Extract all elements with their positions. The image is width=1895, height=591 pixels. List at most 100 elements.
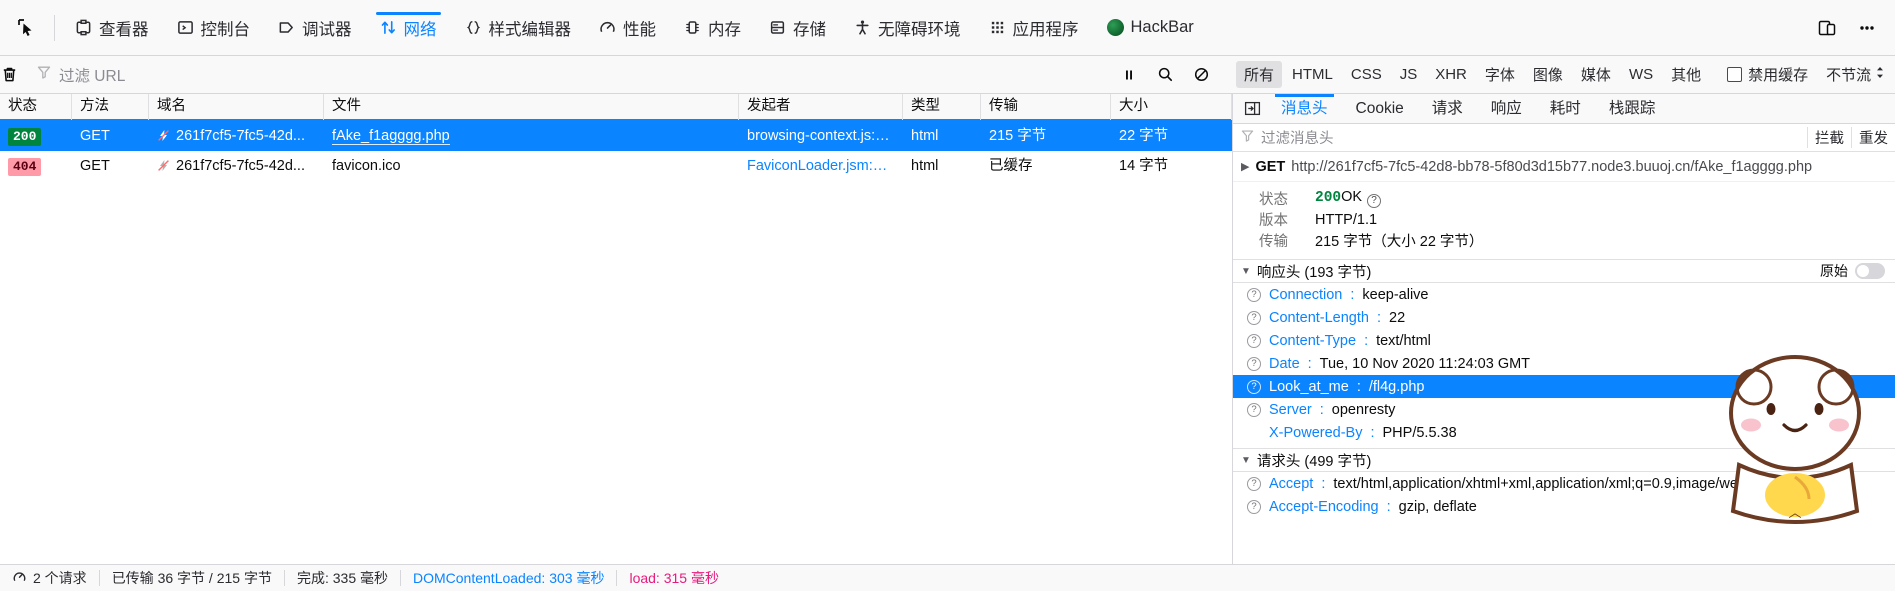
tab-performance[interactable]: 性能 xyxy=(585,0,670,56)
header-row[interactable]: ? Content-Type: text/html xyxy=(1233,329,1895,352)
tab-style-editor[interactable]: 样式编辑器 xyxy=(451,0,586,56)
request-details-panel: 消息头 Cookie 请求 响应 耗时 栈跟踪 过滤消息头 拦截 重发 ▶ GE… xyxy=(1233,94,1895,564)
tab-storage[interactable]: 存储 xyxy=(755,0,840,56)
column-header-file[interactable]: 文件 xyxy=(324,94,739,120)
header-row[interactable]: ? Connection: keep-alive xyxy=(1233,283,1895,306)
header-row[interactable]: ? Content-Length: 22 xyxy=(1233,306,1895,329)
disable-cache-checkbox[interactable]: 禁用缓存 xyxy=(1721,64,1808,85)
tab-label: 查看器 xyxy=(99,20,149,39)
filter-pill-ws[interactable]: WS xyxy=(1621,63,1661,86)
tab-application[interactable]: 应用程序 xyxy=(975,0,1093,56)
column-header-type[interactable]: 类型 xyxy=(903,94,981,120)
column-header-initiator[interactable]: 发起者 xyxy=(739,94,903,120)
tab-inspector[interactable]: 查看器 xyxy=(61,0,163,56)
disclosure-triangle-icon[interactable]: ▼ xyxy=(1241,455,1251,466)
header-row-selected[interactable]: ? Look_at_me: /fl4g.php xyxy=(1233,375,1895,398)
header-row[interactable]: ? Date: Tue, 10 Nov 2020 11:24:03 GMT xyxy=(1233,352,1895,375)
help-icon[interactable]: ? xyxy=(1247,402,1261,417)
help-icon[interactable]: ? xyxy=(1247,287,1261,302)
table-row[interactable]: 200 GET 261f7cf5-7fc5-42d... fAke_f1aggg… xyxy=(0,121,1232,151)
tab-label: HackBar xyxy=(1130,18,1194,36)
filter-pill-font[interactable]: 字体 xyxy=(1477,61,1523,88)
tab-network[interactable]: 网络 xyxy=(366,0,451,56)
header-row[interactable]: ? Accept: text/html,application/xhtml+xm… xyxy=(1233,472,1895,495)
element-picker-icon[interactable] xyxy=(6,8,48,48)
tab-timings[interactable]: 耗时 xyxy=(1536,94,1595,124)
tab-hackbar[interactable]: HackBar xyxy=(1093,0,1208,56)
column-header-status[interactable]: 状态 xyxy=(0,94,72,120)
request-method-label: GET xyxy=(1255,158,1286,175)
tab-accessibility[interactable]: 无障碍环境 xyxy=(840,0,975,56)
tab-stacktrace[interactable]: 栈跟踪 xyxy=(1595,94,1670,124)
filter-pill-html[interactable]: HTML xyxy=(1284,63,1341,86)
status-requests[interactable]: 2 个请求 xyxy=(0,568,99,588)
filter-pill-css[interactable]: CSS xyxy=(1343,63,1390,86)
request-status-cell: 200 xyxy=(0,121,72,151)
help-icon[interactable]: ? xyxy=(1247,356,1261,371)
help-icon[interactable]: ? xyxy=(1247,476,1261,491)
filter-pill-media[interactable]: 媒体 xyxy=(1573,61,1619,88)
table-row[interactable]: 404 GET 261f7cf5-7fc5-42d... favicon.ico… xyxy=(0,151,1232,181)
raw-toggle-group[interactable]: 原始 xyxy=(1820,261,1895,281)
disclosure-triangle-icon[interactable]: ▼ xyxy=(1241,266,1251,277)
tab-debugger[interactable]: 调试器 xyxy=(264,0,366,56)
filter-pill-xhr[interactable]: XHR xyxy=(1427,63,1475,86)
help-icon[interactable]: ? xyxy=(1247,333,1261,348)
request-url-row[interactable]: ▶ GET http://261f7cf5-7fc5-42d8-bb78-5f8… xyxy=(1233,152,1895,182)
trash-icon[interactable] xyxy=(0,65,19,84)
summary-value: 215 字节（大小 22 字节） xyxy=(1315,234,1484,250)
filter-pill-all[interactable]: 所有 xyxy=(1236,61,1283,88)
tab-request[interactable]: 请求 xyxy=(1418,94,1477,124)
header-row[interactable]: ? X-Powered-By: PHP/5.5.38 xyxy=(1233,421,1895,444)
console-icon xyxy=(177,19,194,36)
request-initiator-cell[interactable]: browsing-context.js:1... xyxy=(739,121,903,151)
status-transferred: 已传输 36 字节 / 215 字节 xyxy=(111,570,272,586)
response-headers-section-header[interactable]: ▼ 响应头 (193 字节) 原始 xyxy=(1233,259,1895,283)
meatball-menu-icon[interactable] xyxy=(1849,10,1885,46)
request-initiator-cell[interactable]: FaviconLoader.jsm:17... xyxy=(739,151,903,181)
raw-toggle-switch[interactable] xyxy=(1855,263,1885,279)
filter-pill-js[interactable]: JS xyxy=(1392,63,1426,86)
help-icon[interactable]: ? xyxy=(1367,193,1382,208)
header-row[interactable]: ? Accept-Encoding: gzip, deflate xyxy=(1233,495,1895,518)
header-name: Accept xyxy=(1269,475,1314,492)
tab-headers[interactable]: 消息头 xyxy=(1267,94,1342,124)
tab-console[interactable]: 控制台 xyxy=(163,0,265,56)
block-request-button[interactable]: 拦截 xyxy=(1807,127,1851,148)
responsive-design-mode-icon[interactable] xyxy=(1809,10,1845,46)
header-row[interactable]: ? Server: openresty xyxy=(1233,398,1895,421)
help-icon[interactable]: ? xyxy=(1247,379,1261,394)
block-icon[interactable] xyxy=(1184,60,1218,90)
column-header-domain[interactable]: 域名 xyxy=(149,94,324,120)
column-header-transferred[interactable]: 传输 xyxy=(981,94,1111,120)
filter-pill-other[interactable]: 其他 xyxy=(1663,61,1709,88)
header-value: /fl4g.php xyxy=(1368,378,1425,395)
pause-icon[interactable] xyxy=(1112,60,1146,90)
headers-filter-input[interactable]: 过滤消息头 xyxy=(1261,127,1334,148)
tab-cookies[interactable]: Cookie xyxy=(1342,94,1418,124)
chevron-updown-icon xyxy=(1875,66,1885,83)
summary-value: 200OK? xyxy=(1315,189,1382,208)
tab-label: 应用程序 xyxy=(1012,20,1079,39)
disclosure-triangle-icon[interactable]: ▶ xyxy=(1241,160,1249,173)
tab-response[interactable]: 响应 xyxy=(1477,94,1536,124)
header-name: Accept-Encoding xyxy=(1269,498,1379,515)
help-icon[interactable]: ? xyxy=(1247,499,1261,514)
url-filter-input[interactable]: 过滤 URL xyxy=(27,62,1112,88)
resend-request-button[interactable]: 重发 xyxy=(1851,127,1895,148)
column-header-size[interactable]: 大小 xyxy=(1111,94,1232,120)
tab-memory[interactable]: 内存 xyxy=(670,0,755,56)
search-icon[interactable] xyxy=(1148,60,1182,90)
column-header-method[interactable]: 方法 xyxy=(72,94,149,120)
network-summary-icon xyxy=(12,569,27,587)
throttle-dropdown[interactable]: 不节流 xyxy=(1820,64,1885,85)
help-icon[interactable]: ? xyxy=(1247,310,1261,325)
funnel-icon xyxy=(1241,129,1254,147)
request-headers-section-header[interactable]: ▼ 请求头 (499 字节) xyxy=(1233,448,1895,472)
request-domain-cell: 261f7cf5-7fc5-42d... xyxy=(149,121,324,151)
expand-panel-icon[interactable] xyxy=(1237,94,1267,124)
filter-pill-image[interactable]: 图像 xyxy=(1525,61,1571,88)
section-title: 请求头 (499 字节) xyxy=(1256,453,1372,470)
status-badge: 200 xyxy=(8,128,42,146)
header-value: 22 xyxy=(1389,309,1406,326)
